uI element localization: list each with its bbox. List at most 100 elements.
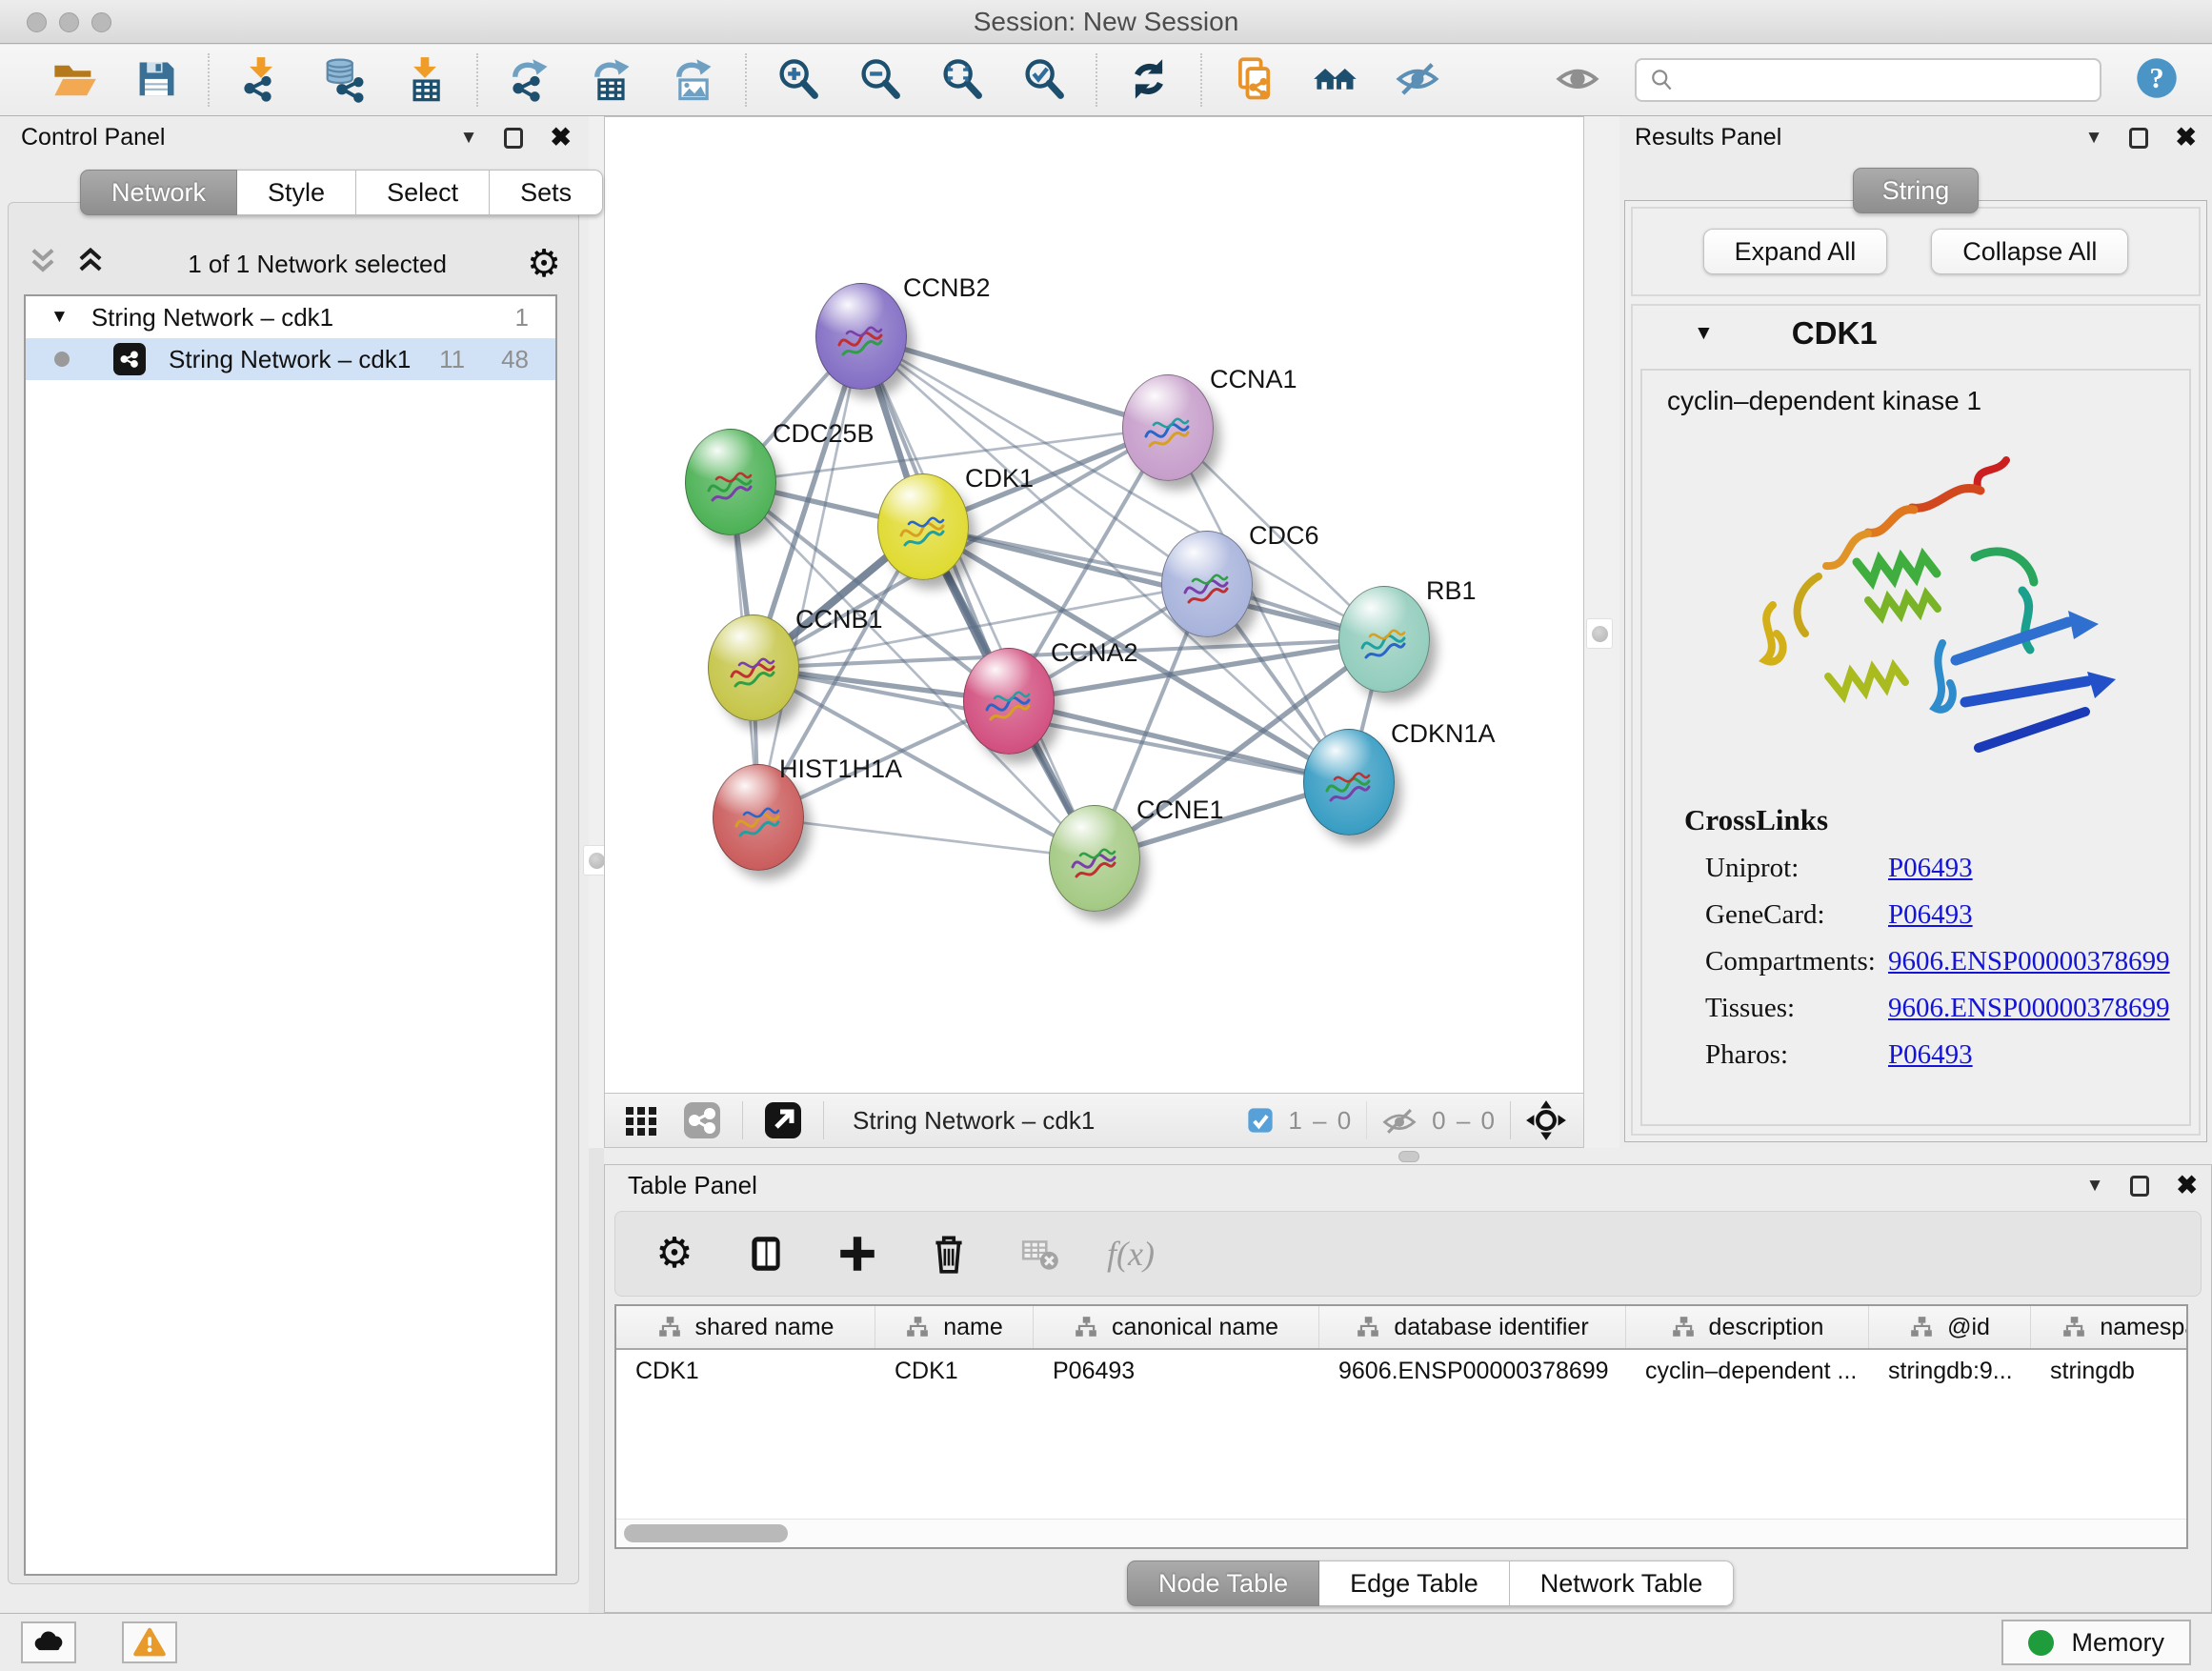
network-options-gear-icon[interactable]: ⚙ (527, 245, 561, 283)
tab-style[interactable]: Style (237, 170, 356, 215)
expand-all-button[interactable]: Expand All (1703, 229, 1888, 274)
crosslink-link[interactable]: P06493 (1888, 1039, 1973, 1071)
column-header-canonical-name[interactable]: canonical name (1034, 1306, 1319, 1348)
network-canvas[interactable]: CCNB2 CCNA1 CDC25B CDK1 CDC6 RB1 (604, 116, 1584, 1094)
control-panel-close-button[interactable]: ✖ (550, 125, 572, 151)
column-header-shared-name[interactable]: shared name (616, 1306, 875, 1348)
node-table[interactable]: shared namenamecanonical namedatabase id… (614, 1304, 2188, 1549)
collapse-all-button[interactable]: Collapse All (1931, 229, 2128, 274)
hidden-eye-icon[interactable] (1380, 1101, 1418, 1139)
node-ccnb2[interactable] (815, 283, 907, 390)
export-table-button[interactable] (587, 55, 636, 105)
gene-section-header[interactable]: ▼ CDK1 (1633, 306, 2199, 361)
create-column-button[interactable] (833, 1229, 882, 1278)
import-network-button[interactable] (236, 55, 286, 105)
table-cell[interactable]: stringdb:9... (1869, 1350, 2031, 1392)
column-header-database-identifier[interactable]: database identifier (1319, 1306, 1626, 1348)
table-panel-maximize-button[interactable] (2130, 1176, 2149, 1197)
left-splitter[interactable] (589, 116, 604, 1148)
crosslink-link[interactable]: P06493 (1888, 853, 1973, 884)
tab-edge-table[interactable]: Edge Table (1319, 1560, 1510, 1606)
table-cell[interactable]: CDK1 (616, 1350, 875, 1392)
zoom-selected-button[interactable] (1019, 55, 1069, 105)
node-rb1[interactable] (1338, 586, 1430, 693)
crosslink-link[interactable]: 9606.ENSP00000378699 (1888, 946, 2170, 977)
control-panel-maximize-button[interactable] (504, 128, 523, 149)
network-tree-row[interactable]: String Network – cdk11148 (26, 338, 555, 380)
results-panel-close-button[interactable]: ✖ (2175, 125, 2197, 151)
refresh-layout-button[interactable] (1124, 55, 1174, 105)
column-header-description[interactable]: description (1626, 1306, 1869, 1348)
string-home-button[interactable] (1311, 55, 1360, 105)
table-panel-float-button[interactable]: ▼ (2086, 1176, 2104, 1197)
control-panel-float-button[interactable]: ▼ (460, 128, 478, 149)
delete-column-button[interactable] (924, 1229, 974, 1278)
table-cell[interactable]: cyclin–dependent ... (1626, 1350, 1869, 1392)
help-button[interactable]: ? (2134, 55, 2180, 106)
results-panel-float-button[interactable]: ▼ (2085, 128, 2103, 149)
zoom-fit-button[interactable] (937, 55, 987, 105)
export-image-button[interactable] (669, 55, 718, 105)
network-tree-row[interactable]: ▼ String Network – cdk11 (26, 296, 555, 338)
table-panel-close-button[interactable]: ✖ (2176, 1173, 2198, 1198)
node-ccna2[interactable] (963, 648, 1055, 755)
zoom-out-button[interactable] (855, 55, 905, 105)
node-ccne1[interactable] (1049, 805, 1140, 912)
memory-button[interactable]: Memory (2001, 1620, 2191, 1665)
node-cdc6[interactable] (1161, 531, 1253, 637)
save-session-button[interactable] (131, 55, 181, 105)
column-header-name[interactable]: name (875, 1306, 1034, 1348)
crosslink-label: Compartments: (1705, 946, 1888, 977)
search-input[interactable] (1682, 67, 2088, 94)
node-cdk1[interactable] (877, 473, 969, 580)
table-cell[interactable]: P06493 (1034, 1350, 1319, 1392)
fit-selected-crosshair-icon[interactable] (1524, 1098, 1568, 1142)
manage-columns-button[interactable] (741, 1229, 791, 1278)
search-box[interactable] (1635, 58, 2101, 102)
import-table-button[interactable] (400, 55, 450, 105)
table-hscrollbar[interactable] (616, 1519, 2186, 1547)
open-in-window-button[interactable] (762, 1099, 804, 1141)
node-cdkn1a[interactable] (1303, 729, 1395, 836)
results-panel-maximize-button[interactable] (2129, 128, 2148, 149)
right-splitter-handle[interactable] (1586, 618, 1613, 649)
tree-collapse-icon[interactable]: ▼ (50, 307, 69, 328)
tab-sets[interactable]: Sets (490, 170, 603, 215)
network-share-button[interactable] (681, 1099, 723, 1141)
table-cell[interactable]: CDK1 (875, 1350, 1034, 1392)
column-header-namespace[interactable]: namespace (2031, 1306, 2188, 1348)
node-ccnb1[interactable] (708, 614, 799, 721)
right-splitter[interactable] (1584, 116, 1619, 1148)
table-cell[interactable]: stringdb (2031, 1350, 2188, 1392)
crosslink-row: Compartments:9606.ENSP00000378699 (1705, 946, 2189, 977)
tab-string[interactable]: String (1853, 168, 1980, 213)
horizontal-splitter[interactable] (604, 1148, 2212, 1164)
duplicate-network-button[interactable] (1229, 55, 1278, 105)
tab-network[interactable]: Network (80, 170, 237, 215)
open-session-button[interactable] (50, 55, 99, 105)
table-cell[interactable]: 9606.ENSP00000378699 (1319, 1350, 1626, 1392)
export-network-button[interactable] (505, 55, 554, 105)
crosslink-link[interactable]: P06493 (1888, 899, 1973, 931)
selected-checkbox-icon[interactable] (1246, 1106, 1275, 1135)
expand-all-icon[interactable] (73, 245, 108, 284)
horizontal-splitter-handle[interactable] (1398, 1151, 1419, 1162)
cloud-button[interactable] (21, 1621, 76, 1663)
birds-eye-view-button[interactable] (620, 1099, 662, 1141)
import-network-database-button[interactable] (318, 55, 368, 105)
tab-select[interactable]: Select (356, 170, 490, 215)
show-graphics-details-button[interactable] (1553, 55, 1602, 105)
zoom-in-button[interactable] (774, 55, 823, 105)
crosslink-link[interactable]: 9606.ENSP00000378699 (1888, 993, 2170, 1024)
hide-selected-button[interactable] (1393, 55, 1442, 105)
node-ccna1[interactable] (1122, 374, 1214, 481)
table-row[interactable]: CDK1CDK1P064939606.ENSP00000378699cyclin… (616, 1350, 2186, 1392)
node-cdc25b[interactable] (685, 429, 776, 535)
column-header-id[interactable]: @id (1869, 1306, 2031, 1348)
table-hscrollbar-thumb[interactable] (624, 1524, 788, 1542)
gene-collapse-icon[interactable]: ▼ (1694, 322, 1714, 345)
table-settings-button[interactable]: ⚙ (650, 1229, 699, 1278)
tab-network-table[interactable]: Network Table (1510, 1560, 1735, 1606)
tab-node-table[interactable]: Node Table (1127, 1560, 1319, 1606)
warnings-button[interactable] (122, 1621, 177, 1663)
